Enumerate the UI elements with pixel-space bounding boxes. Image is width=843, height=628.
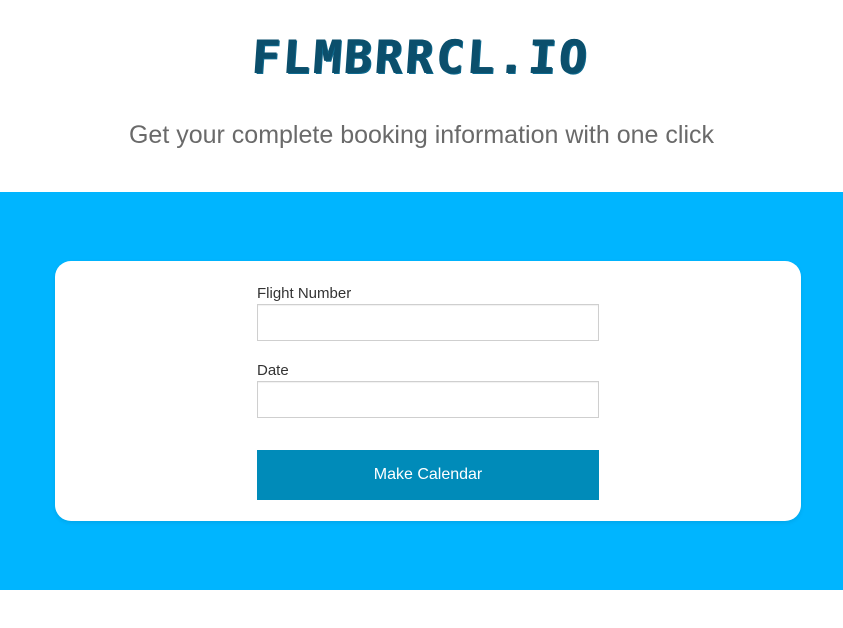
date-label: Date	[257, 362, 289, 379]
flight-number-label: Flight Number	[257, 285, 352, 302]
header: FLMBRRCL.IO Get your complete booking in…	[0, 0, 843, 192]
logo: FLMBRRCL.IO	[250, 30, 593, 84]
make-calendar-button[interactable]: Make Calendar	[257, 450, 599, 500]
flight-number-input[interactable]	[257, 304, 599, 341]
page: FLMBRRCL.IO Get your complete booking in…	[0, 0, 843, 628]
booking-form-card: Flight Number Date Make Calendar	[55, 261, 801, 521]
form-section: Flight Number Date Make Calendar	[0, 192, 843, 590]
date-input[interactable]	[257, 381, 599, 418]
tagline: Get your complete booking information wi…	[128, 121, 714, 149]
footer	[0, 590, 843, 628]
